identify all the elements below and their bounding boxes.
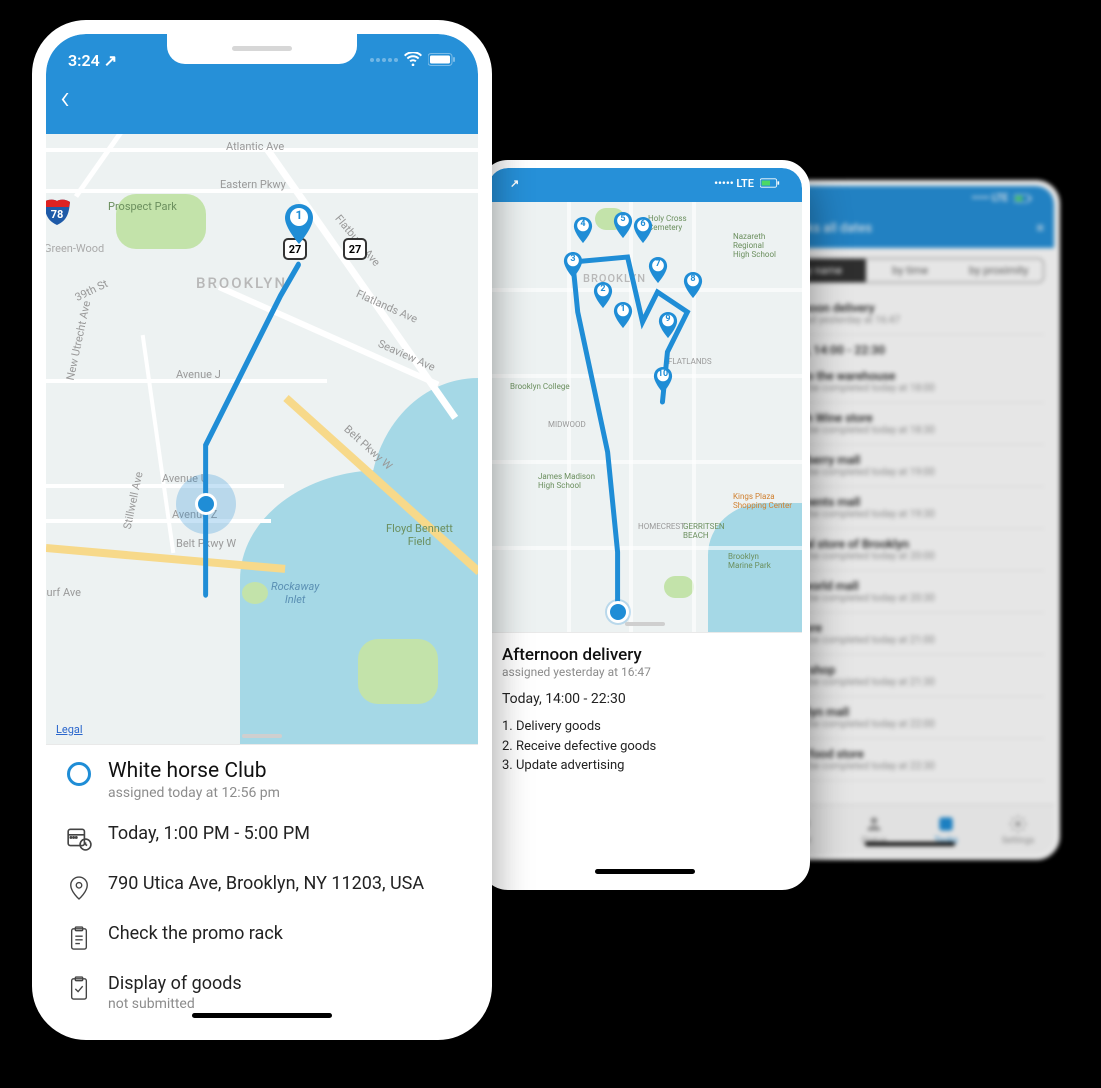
task-address: 790 Utica Ave, Brooklyn, NY 11203, USA	[108, 873, 424, 894]
form-title: Display of goods	[108, 973, 242, 994]
form-status: not submitted	[108, 996, 242, 1012]
clock: 3:24	[68, 51, 100, 70]
list-item[interactable]: Strawberry mallshould be completed today…	[776, 445, 1044, 487]
task-header-row[interactable]: White horse Club assigned today at 12:56…	[46, 745, 478, 815]
route-pin-icon[interactable]: 1	[613, 302, 633, 332]
route-pin-icon[interactable]: 7	[648, 257, 668, 287]
tab-tasks[interactable]: Tasks	[910, 805, 982, 854]
checklist-icon	[66, 975, 92, 1001]
route-pin-icon[interactable]: 10	[653, 367, 673, 397]
legal-link[interactable]: Legal	[56, 723, 83, 736]
route-pin-icon[interactable]: 4	[573, 217, 593, 247]
route-window: Today, 14:00 - 22:30	[502, 691, 788, 707]
location-pin-icon	[66, 875, 92, 901]
calendar-clock-icon	[66, 825, 92, 851]
signal-icon	[370, 58, 398, 62]
list-item[interactable]: New world mallshould be completed today …	[776, 571, 1044, 613]
notch	[167, 34, 357, 64]
tab-settings[interactable]: Settings	[982, 805, 1054, 854]
task-assigned: assigned today at 12:56 pm	[108, 785, 280, 801]
list-item[interactable]: Fresh food storeshould be completed toda…	[776, 739, 1044, 781]
note-row[interactable]: Check the promo rack	[46, 915, 478, 965]
drag-handle-icon[interactable]	[625, 622, 665, 626]
segment-by-proximity[interactable]: by proximity	[954, 259, 1043, 282]
tab-status[interactable]: Status	[838, 805, 910, 854]
route-map[interactable]: BROOKLYN MIDWOOD FLATLANDS HOMECREST Hol…	[488, 202, 802, 632]
task-note: Check the promo rack	[108, 923, 283, 944]
list-item[interactable]: Brooklyn mallshould be completed today a…	[776, 697, 1044, 739]
list-item[interactable]: Continents mallshould be completed today…	[776, 487, 1044, 529]
section-header: Today, 14:00 - 22:30	[776, 335, 1044, 361]
route-pin-icon[interactable]: 2	[593, 282, 613, 312]
back-button[interactable]: ‹	[60, 78, 70, 118]
route-pin-icon[interactable]: 9	[658, 312, 678, 342]
map-view[interactable]: Atlantic Ave Eastern Pkwy Flatbush Ave F…	[46, 134, 478, 744]
list-item[interactable]: Sushi shopshould be completed today at 2…	[776, 655, 1044, 697]
location-arrow-icon: ↗	[510, 177, 519, 190]
route-pin-icon[interactable]: 6	[633, 217, 653, 247]
drag-handle-icon[interactable]	[242, 734, 282, 738]
task-title: White horse Club	[108, 759, 280, 783]
destination-pin-icon[interactable]: 1	[284, 204, 314, 244]
segment-by-time[interactable]: by time	[866, 259, 955, 282]
route-pin-icon[interactable]: 3	[563, 252, 583, 282]
schedule-row[interactable]: Today, 1:00 PM - 5:00 PM	[46, 815, 478, 865]
task-sheet: White horse Club assigned today at 12:56…	[46, 744, 478, 1026]
home-indicator[interactable]	[192, 1013, 332, 1018]
list-item[interactable]: Visit to the warehouseshould be complete…	[776, 361, 1044, 403]
list-item[interactable]: AB storeshould be completed today at 21:…	[776, 613, 1044, 655]
list-item[interactable]: Central store of Brooklynshould be compl…	[776, 529, 1044, 571]
current-location-icon	[176, 474, 236, 534]
list-item[interactable]: French Wine storeshould be completed tod…	[776, 403, 1044, 445]
clipboard-icon	[66, 925, 92, 951]
pin-number: 1	[284, 208, 314, 222]
route-steps: 1. Delivery goods 2. Receive defective g…	[502, 717, 788, 776]
task-schedule: Today, 1:00 PM - 5:00 PM	[108, 823, 310, 844]
route-assigned: assigned yesterday at 16:47	[502, 665, 788, 679]
list-item[interactable]: Afternoon delivery assigned yesterday at…	[776, 293, 1044, 335]
segment-control[interactable]: by name by time by proximity	[776, 258, 1044, 283]
phone-front: 3:24 ↗ ‹	[32, 20, 492, 1040]
status-circle-icon	[67, 762, 91, 786]
route-pin-icon[interactable]: 5	[613, 212, 633, 242]
address-row[interactable]: 790 Utica Ave, Brooklyn, NY 11203, USA	[46, 865, 478, 915]
phone-middle: ↗ ••••• LTE BROOKLYN MIDWOOD FLATLANDS H…	[480, 160, 810, 890]
location-arrow-icon: ↗	[104, 51, 117, 70]
battery-icon	[428, 51, 456, 70]
route-title: Afternoon delivery	[502, 645, 788, 665]
wifi-icon	[404, 51, 422, 70]
route-pin-icon[interactable]: 8	[683, 272, 703, 302]
